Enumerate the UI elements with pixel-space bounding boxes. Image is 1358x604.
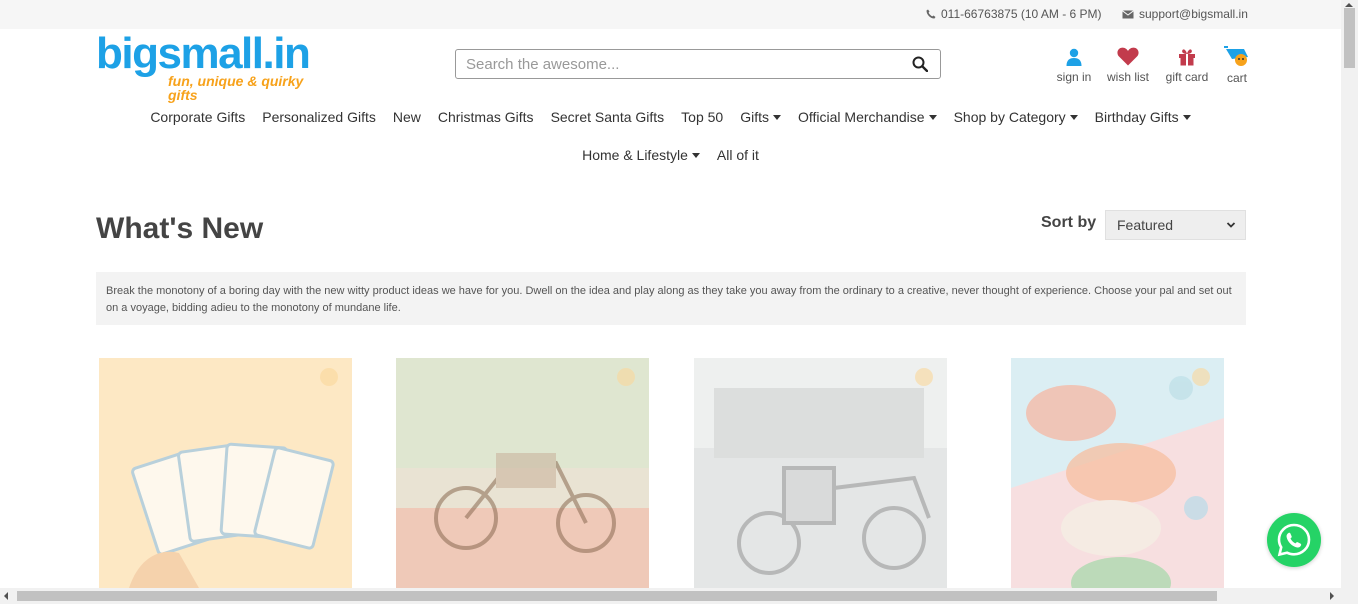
scroll-left-arrow-icon[interactable] [4,592,8,600]
vertical-scroll-thumb[interactable] [1344,8,1355,68]
scroll-right-arrow-icon[interactable] [1330,592,1334,600]
email-address: support@bigsmall.in [1139,7,1248,21]
main-nav-row-1: Corporate Gifts Personalized Gifts New C… [0,109,1341,125]
logo-tagline: fun, unique & quirky gifts [168,73,304,103]
caret-down-icon [1069,114,1078,120]
site-logo[interactable]: bigsmall.in fun, unique & quirky gifts [96,29,336,103]
mail-icon [1122,9,1134,18]
brand-watermark-icon [915,368,933,386]
nav-gifts[interactable]: Gifts [740,109,781,125]
search-input[interactable] [456,50,896,78]
cart-button[interactable]: cart [1222,44,1252,85]
phone-icon [926,9,936,19]
nav-personalized-gifts[interactable]: Personalized Gifts [262,109,376,125]
product-card-image[interactable] [1011,358,1224,588]
gift-icon [1179,49,1195,66]
sign-in-label: sign in [1056,70,1092,84]
phone-contact[interactable]: 011-66763875 (10 AM - 6 PM) [926,7,1102,21]
brand-watermark-icon [617,368,635,386]
search-icon[interactable] [912,56,928,72]
sign-in-button[interactable]: sign in [1054,44,1094,84]
horizontal-scroll-thumb[interactable] [17,591,1217,601]
product-image-cards [99,358,352,588]
brand-watermark-icon [1192,368,1210,386]
chevron-down-icon [1226,222,1236,228]
caret-down-icon [773,114,781,120]
search-box [455,49,941,79]
cart-icon [1224,46,1248,66]
brand-watermark-icon [320,368,338,386]
wish-list-button[interactable]: wish list [1104,44,1152,84]
vertical-scrollbar[interactable] [1341,0,1358,588]
product-image-plush-toys [1011,358,1224,588]
heart-icon [1117,47,1139,66]
phone-number: 011-66763875 (10 AM - 6 PM) [941,7,1102,21]
nav-christmas-gifts[interactable]: Christmas Gifts [438,109,534,125]
product-card-image[interactable] [99,358,352,588]
scroll-up-arrow-icon[interactable] [1345,3,1353,7]
cart-label: cart [1226,71,1247,85]
logo-brand-text: bigsmall.in [96,29,311,78]
page-title: What's New [96,212,264,245]
top-contact-bar: 011-66763875 (10 AM - 6 PM) support@bigs… [0,0,1341,29]
gift-card-label: gift card [1165,70,1209,84]
caret-down-icon [1182,114,1191,120]
nav-secret-santa-gifts[interactable]: Secret Santa Gifts [551,109,665,125]
product-card-image[interactable] [396,358,649,588]
sort-selected-value: Featured [1117,217,1174,233]
caret-down-icon [691,152,700,158]
horizontal-scrollbar[interactable] [0,588,1358,604]
main-nav-row-2: Home & Lifestyle All of it [0,147,1341,163]
product-card-image[interactable] [694,358,947,588]
caret-down-icon [928,114,937,120]
nav-birthday-gifts[interactable]: Birthday Gifts [1095,109,1191,125]
nav-all-of-it[interactable]: All of it [717,147,759,163]
nav-top-50[interactable]: Top 50 [681,109,723,125]
nav-official-merchandise[interactable]: Official Merchandise [798,109,937,125]
product-image-motorcycle [396,358,649,588]
wish-list-label: wish list [1106,70,1149,84]
sort-label: Sort by [1041,214,1097,231]
user-icon [1066,48,1082,66]
whatsapp-icon [1277,523,1311,557]
sort-select[interactable]: Featured [1105,210,1246,240]
whatsapp-chat-button[interactable] [1267,513,1321,567]
nav-shop-by-category[interactable]: Shop by Category [954,109,1078,125]
nav-corporate-gifts[interactable]: Corporate Gifts [150,109,245,125]
collection-description: Break the monotony of a boring day with … [96,272,1246,325]
nav-new[interactable]: New [393,109,421,125]
product-image-vintage-car [694,358,947,588]
email-contact[interactable]: support@bigsmall.in [1122,7,1248,21]
nav-home-lifestyle[interactable]: Home & Lifestyle [582,147,700,163]
gift-card-button[interactable]: gift card [1162,44,1212,84]
